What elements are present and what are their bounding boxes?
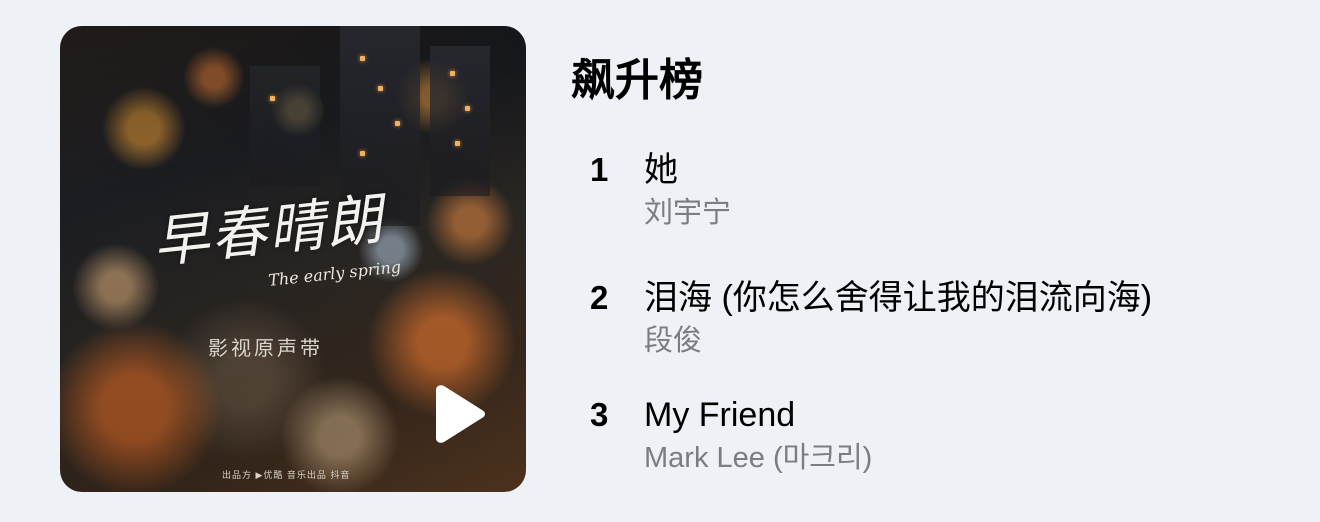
track-title[interactable]: My Friend [644, 395, 795, 435]
cover-light [360, 56, 365, 61]
play-button[interactable] [428, 384, 488, 444]
track-rank: 1 [590, 151, 609, 188]
track-rank: 2 [590, 279, 609, 316]
play-icon [436, 385, 485, 443]
cover-label: 影视原声带 [208, 338, 323, 360]
track-row[interactable]: 3 My Friend Mark Lee (마크리) [590, 395, 1290, 485]
cover-light [270, 96, 275, 101]
track-row[interactable]: 2 泪海 (你怎么舍得让我的泪流向海) 段俊 [590, 278, 1290, 368]
cover-building [430, 46, 490, 196]
chart-title: 飙升榜 [571, 56, 703, 105]
cover-building [250, 66, 320, 186]
track-rank: 3 [590, 396, 609, 433]
cover-light [455, 141, 460, 146]
cover-light [395, 121, 400, 126]
cover-light [360, 151, 365, 156]
track-row[interactable]: 1 她 刘宇宁 [590, 150, 1290, 240]
cover-light [465, 106, 470, 111]
track-artist[interactable]: Mark Lee (마크리) [644, 441, 872, 475]
track-title[interactable]: 她 [644, 150, 678, 190]
track-title[interactable]: 泪海 (你怎么舍得让我的泪流向海) [644, 278, 1152, 318]
track-artist[interactable]: 段俊 [644, 324, 702, 358]
track-artist[interactable]: 刘宇宁 [644, 196, 731, 230]
cover-credits: 出品方 ▶优酷 音乐出品 抖音 [222, 470, 351, 480]
cover-light [450, 71, 455, 76]
album-cover[interactable]: 早春晴朗 The early spring 影视原声带 出品方 ▶优酷 音乐出品… [60, 26, 526, 492]
cover-light [378, 86, 383, 91]
